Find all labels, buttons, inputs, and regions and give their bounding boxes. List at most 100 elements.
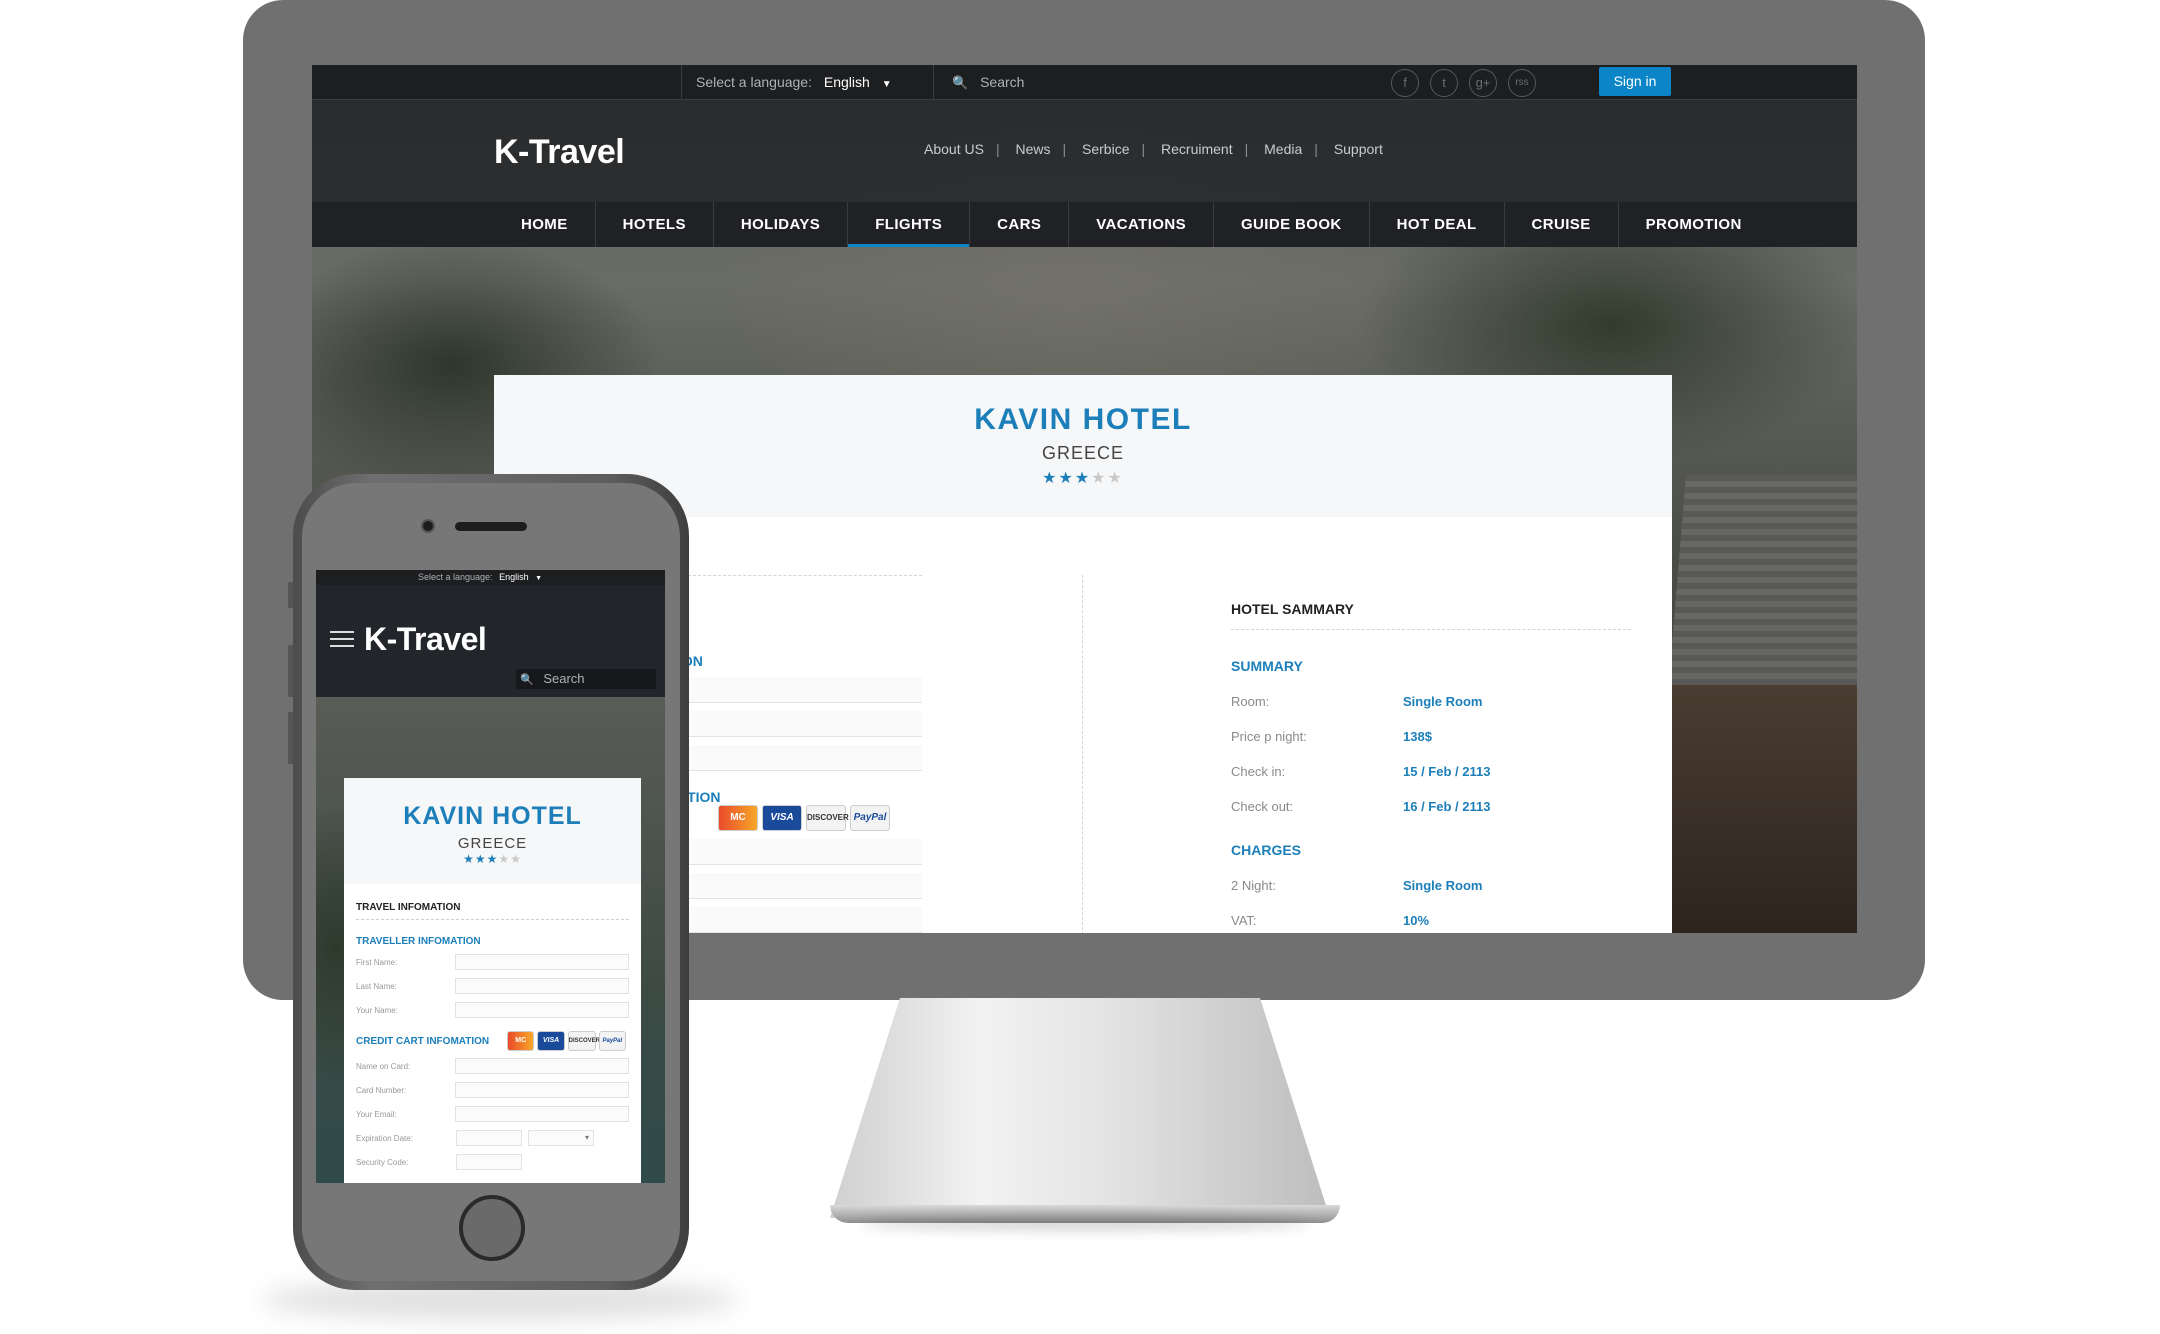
form-row: Card Number: xyxy=(356,1081,629,1099)
mobile-hotel-header: KAVIN HOTEL GREECE ★★★★★ xyxy=(344,778,641,884)
nav-item-vacations[interactable]: VACATIONS xyxy=(1069,202,1214,247)
nav-item-holidays[interactable]: HOLIDAYS xyxy=(714,202,849,247)
summary-label: Check out: xyxy=(1231,799,1294,814)
name-on-card-field[interactable] xyxy=(678,839,922,865)
nav-item-hotels[interactable]: HOTELS xyxy=(596,202,714,247)
summary-row-room: Room: Single Room xyxy=(1231,694,1631,709)
nav-separator: | xyxy=(1314,141,1318,157)
nav-link-service[interactable]: Serbice xyxy=(1082,141,1129,157)
mobile-hotel-title: KAVIN HOTEL xyxy=(403,802,582,830)
expiration-month-field[interactable] xyxy=(456,1130,522,1146)
summary-label: Room: xyxy=(1231,694,1270,709)
paypal-icon: PayPal xyxy=(850,805,890,831)
expiration-year-select[interactable]: ▾ xyxy=(528,1130,594,1146)
column-divider xyxy=(1082,575,1083,933)
nav-separator: | xyxy=(995,141,1000,157)
nav-link-support[interactable]: Support xyxy=(1334,141,1383,157)
credit-card-heading: CREDIT CART INFOMATION xyxy=(356,1035,490,1047)
travel-info-form: ION ATION MC VISA DISCOVER PayPal xyxy=(678,575,922,933)
phone-speaker xyxy=(455,522,527,531)
last-name-label: Last Name: xyxy=(356,981,397,991)
star-empty-icon: ★ xyxy=(1107,470,1124,487)
discover-icon: DISCOVER xyxy=(567,1031,600,1051)
card-number-label: Card Number: xyxy=(356,1085,407,1095)
traveller-info-heading: TRAVELLER INFOMATION xyxy=(356,936,481,947)
mobile-form: TRAVEL INFOMATION TRAVELLER INFOMATION F… xyxy=(344,884,641,1171)
hotel-country: GREECE xyxy=(1041,443,1125,463)
mobile-search-input[interactable]: 🔍 Search xyxy=(516,669,656,689)
your-name-label: Your Name: xyxy=(356,1005,398,1015)
summary-row-check-in: Check in: 15 / Feb / 2113 xyxy=(1231,764,1631,779)
background-room xyxy=(1667,685,1857,933)
summary-value: 16 / Feb / 2113 xyxy=(1403,799,1491,814)
last-name-field[interactable] xyxy=(454,978,629,994)
mobile-language-label: Select a language: xyxy=(418,572,493,582)
nav-link-media[interactable]: Media xyxy=(1264,141,1302,157)
your-email-label: Your Email: xyxy=(356,1109,397,1119)
sign-in-button[interactable]: Sign in xyxy=(1599,67,1671,96)
your-email-field[interactable] xyxy=(454,1106,629,1122)
form-row: Security Code: xyxy=(356,1153,629,1171)
visa-icon: VISA xyxy=(537,1031,565,1051)
credit-card-heading-row: CREDIT CART INFOMATION MC VISA DISCOVER … xyxy=(356,1031,629,1051)
charges-row-nights: 2 Night: Single Room xyxy=(1231,878,1631,893)
form-row: Expiration Date: ▾ xyxy=(356,1129,629,1147)
site-logo[interactable]: K-Travel xyxy=(494,133,625,172)
facebook-icon[interactable]: f xyxy=(1391,69,1419,97)
mobile-header: K-Travel 🔍 Search xyxy=(316,585,665,697)
monitor-shadow xyxy=(860,1218,1310,1230)
twitter-icon[interactable]: t xyxy=(1430,69,1458,97)
nav-item-flights[interactable]: FLIGHTS xyxy=(848,202,971,247)
google-plus-icon[interactable]: g+ xyxy=(1469,69,1497,97)
language-value: English xyxy=(823,74,870,90)
security-code-field[interactable] xyxy=(456,1154,522,1170)
mobile-search-placeholder: Search xyxy=(543,671,585,686)
summary-value: Single Room xyxy=(1403,694,1483,709)
star-empty-icon: ★ xyxy=(498,852,511,866)
mobile-language-bar[interactable]: Select a language: English ▼ xyxy=(316,570,665,585)
mastercard-icon: MC xyxy=(718,805,758,831)
nav-item-guide-book[interactable]: GUIDE BOOK xyxy=(1214,202,1370,247)
site-header: K-Travel About US | News | Serbice | Recrui… xyxy=(312,100,1857,202)
nav-link-news[interactable]: News xyxy=(1015,141,1050,157)
star-icon: ★ xyxy=(463,852,475,866)
last-name-field[interactable] xyxy=(678,711,922,737)
your-email-field[interactable] xyxy=(678,907,922,933)
star-icon: ★ xyxy=(486,852,499,866)
first-name-field[interactable] xyxy=(454,954,629,970)
hotel-title: KAVIN HOTEL xyxy=(974,403,1192,436)
summary-row-check-out: Check out: 16 / Feb / 2113 xyxy=(1231,799,1631,814)
nav-separator: | xyxy=(1244,141,1249,157)
card-number-field[interactable] xyxy=(454,1082,629,1098)
nav-link-about[interactable]: About US xyxy=(924,141,984,157)
your-name-field[interactable] xyxy=(678,745,922,771)
first-name-field[interactable] xyxy=(678,677,922,703)
charges-value: 10% xyxy=(1403,913,1430,928)
nav-item-promotion[interactable]: PROMOTION xyxy=(1619,202,1769,247)
rss-icon[interactable]: rss xyxy=(1508,69,1536,97)
card-number-field[interactable] xyxy=(678,873,922,899)
mobile-booking-card: KAVIN HOTEL GREECE ★★★★★ TRAVEL INFOMATI… xyxy=(344,778,641,1183)
search-icon: 🔍 xyxy=(520,674,534,686)
name-on-card-label: Name on Card: xyxy=(356,1061,411,1071)
mobile-logo[interactable]: K-Travel xyxy=(364,621,487,658)
search-placeholder: Search xyxy=(980,74,1025,90)
chevron-down-icon: ▼ xyxy=(535,575,543,582)
hamburger-menu-icon[interactable] xyxy=(330,631,354,652)
nav-separator: | xyxy=(1062,141,1067,157)
nav-item-home[interactable]: HOME xyxy=(494,202,596,247)
nav-item-cars[interactable]: CARS xyxy=(970,202,1070,247)
nav-link-recruitment[interactable]: Recruiment xyxy=(1161,141,1233,157)
your-name-field[interactable] xyxy=(454,1002,629,1018)
name-on-card-field[interactable] xyxy=(454,1058,629,1074)
summary-row-price: Price p night: 138$ xyxy=(1231,729,1631,744)
search-input[interactable]: 🔍 Search xyxy=(952,65,1024,100)
nav-item-cruise[interactable]: CRUISE xyxy=(1505,202,1619,247)
main-nav: HOME HOTELS HOLIDAYS FLIGHTS CARS VACATI… xyxy=(312,202,1857,247)
credit-card-heading: ATION MC VISA DISCOVER PayPal xyxy=(678,789,922,831)
language-selector[interactable]: Select a language: English ▼ xyxy=(681,65,934,100)
form-row: Your Email: xyxy=(356,1105,629,1123)
star-icon: ★ xyxy=(1074,470,1092,487)
mastercard-icon: MC xyxy=(507,1031,535,1051)
nav-item-hot-deal[interactable]: HOT DEAL xyxy=(1370,202,1505,247)
